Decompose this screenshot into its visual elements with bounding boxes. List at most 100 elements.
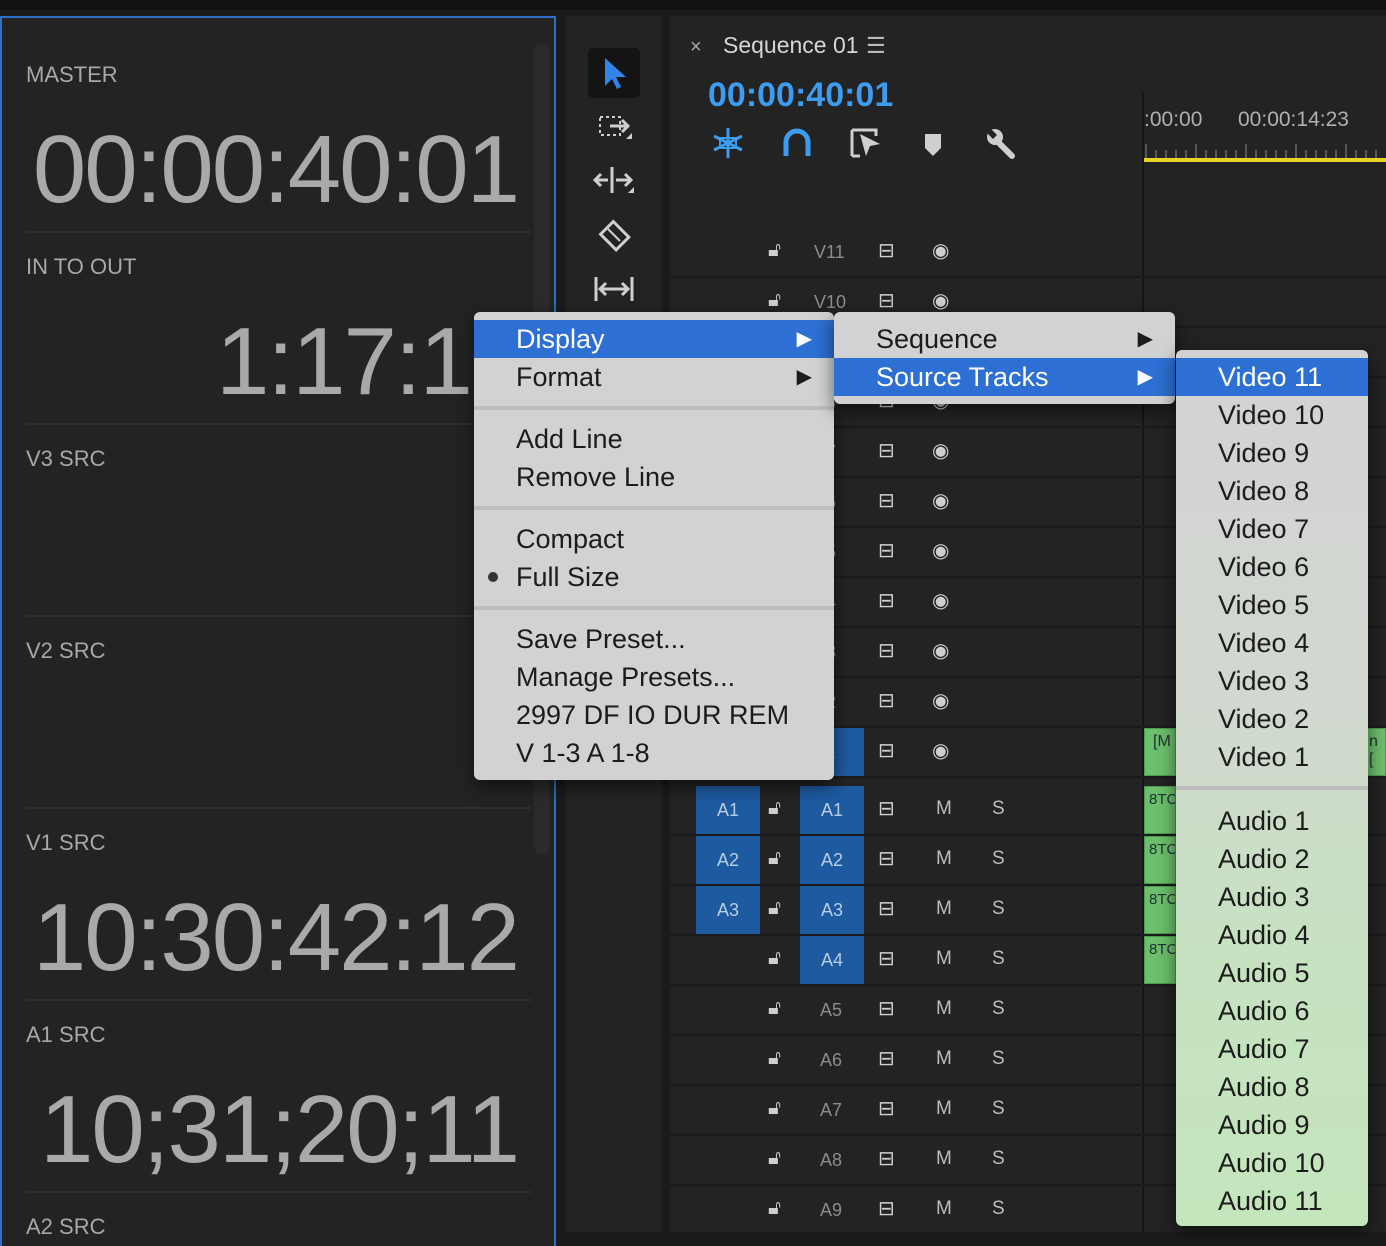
video-clip[interactable]: n [ — [1366, 728, 1386, 776]
track-name[interactable]: V10 — [814, 292, 846, 313]
lock-track-icon[interactable]: 🔓︎ — [768, 1047, 781, 1070]
target-track[interactable]: A3 — [800, 886, 864, 934]
razor-tool-button[interactable] — [588, 210, 640, 260]
target-track[interactable]: A2 — [800, 836, 864, 884]
selection-tool-button[interactable] — [588, 48, 640, 98]
work-area-bar[interactable] — [1144, 158, 1386, 162]
mute-button[interactable]: M — [936, 998, 952, 1020]
eye-icon[interactable]: ◉ — [932, 238, 949, 263]
timeline-settings-button[interactable] — [984, 126, 1018, 160]
audio-clip[interactable]: 8TC — [1144, 786, 1176, 834]
menu-item-audio-8[interactable]: Audio 8 — [1176, 1068, 1368, 1106]
menu-item-audio-4[interactable]: Audio 4 — [1176, 916, 1368, 954]
menu-item-source-tracks[interactable]: Source Tracks ▶ — [834, 358, 1175, 396]
menu-item-audio-10[interactable]: Audio 10 — [1176, 1144, 1368, 1182]
menu-item-audio-11[interactable]: Audio 11 — [1176, 1182, 1368, 1220]
target-track[interactable]: A4 — [800, 936, 864, 984]
mute-button[interactable]: M — [936, 848, 952, 870]
timecode-panel[interactable]: MASTER 00:00:40:01 IN TO OUT 1:17:1 V3 S… — [0, 16, 556, 1246]
menu-item-full-size[interactable]: Full Size — [474, 558, 834, 596]
solo-button[interactable]: S — [992, 1198, 1005, 1220]
track-name[interactable]: A7 — [820, 1100, 842, 1121]
sync-lock-icon[interactable]: ⊟ — [878, 896, 895, 921]
menu-item-display[interactable]: Display ▶ — [474, 320, 834, 358]
ripple-edit-tool-button[interactable] — [588, 156, 640, 206]
eye-icon[interactable]: ◉ — [932, 638, 949, 663]
menu-item-audio-3[interactable]: Audio 3 — [1176, 878, 1368, 916]
source-patch[interactable]: A2 — [696, 836, 760, 884]
menu-item-audio-5[interactable]: Audio 5 — [1176, 954, 1368, 992]
sync-lock-icon[interactable]: ⊟ — [878, 288, 895, 313]
mute-button[interactable]: M — [936, 1098, 952, 1120]
eye-icon[interactable]: ◉ — [932, 738, 949, 763]
audio-clip[interactable]: 8TC — [1144, 886, 1176, 934]
track-name[interactable]: A6 — [820, 1050, 842, 1071]
lock-track-icon[interactable]: 🔓︎ — [768, 847, 781, 870]
sync-lock-icon[interactable]: ⊟ — [878, 1096, 895, 1121]
menu-item-format[interactable]: Format ▶ — [474, 358, 834, 396]
sync-lock-icon[interactable]: ⊟ — [878, 946, 895, 971]
track-name[interactable]: A8 — [820, 1150, 842, 1171]
solo-button[interactable]: S — [992, 1048, 1005, 1070]
mute-button[interactable]: M — [936, 1198, 952, 1220]
mute-button[interactable]: M — [936, 798, 952, 820]
eye-icon[interactable]: ◉ — [932, 538, 949, 563]
eye-icon[interactable]: ◉ — [932, 588, 949, 613]
linked-selection-button[interactable] — [846, 126, 882, 160]
solo-button[interactable]: S — [992, 1148, 1005, 1170]
mute-button[interactable]: M — [936, 898, 952, 920]
source-patch[interactable]: A3 — [696, 886, 760, 934]
menu-item-video-8[interactable]: Video 8 — [1176, 472, 1368, 510]
sync-lock-icon[interactable]: ⊟ — [878, 996, 895, 1021]
menu-item-add-line[interactable]: Add Line — [474, 420, 834, 458]
menu-item-audio-2[interactable]: Audio 2 — [1176, 840, 1368, 878]
video-clip[interactable]: [M — [1144, 728, 1176, 776]
menu-item-video-7[interactable]: Video 7 — [1176, 510, 1368, 548]
lock-track-icon[interactable]: 🔓︎ — [768, 797, 781, 820]
snap-button[interactable] — [780, 126, 814, 160]
eye-icon[interactable]: ◉ — [932, 288, 949, 313]
lock-track-icon[interactable]: 🔓︎ — [768, 997, 781, 1020]
menu-item-preset-v1-3[interactable]: V 1-3 A 1-8 — [474, 734, 834, 772]
lock-track-icon[interactable]: 🔓︎ — [768, 947, 781, 970]
menu-item-sequence[interactable]: Sequence ▶ — [834, 320, 1175, 358]
mute-button[interactable]: M — [936, 1148, 952, 1170]
sync-lock-icon[interactable]: ⊟ — [878, 846, 895, 871]
track-select-forward-tool-button[interactable] — [588, 102, 640, 152]
menu-item-video-11[interactable]: Video 11 — [1176, 358, 1368, 396]
panel-menu-icon[interactable]: ☰ — [866, 33, 886, 59]
sync-lock-icon[interactable]: ⊟ — [878, 738, 895, 763]
sync-lock-icon[interactable]: ⊟ — [878, 1146, 895, 1171]
add-marker-button[interactable] — [920, 130, 946, 160]
lock-track-icon[interactable]: 🔓︎ — [768, 1097, 781, 1120]
lock-track-icon[interactable]: 🔓︎ — [768, 239, 781, 262]
menu-item-video-10[interactable]: Video 10 — [1176, 396, 1368, 434]
menu-item-video-5[interactable]: Video 5 — [1176, 586, 1368, 624]
sync-lock-icon[interactable]: ⊟ — [878, 1196, 895, 1221]
sync-lock-icon[interactable]: ⊟ — [878, 538, 895, 563]
menu-item-video-3[interactable]: Video 3 — [1176, 662, 1368, 700]
nest-toggle-button[interactable] — [710, 126, 746, 160]
sync-lock-icon[interactable]: ⊟ — [878, 638, 895, 663]
eye-icon[interactable]: ◉ — [932, 688, 949, 713]
sync-lock-icon[interactable]: ⊟ — [878, 238, 895, 263]
menu-item-audio-7[interactable]: Audio 7 — [1176, 1030, 1368, 1068]
audio-clip[interactable]: 8TC — [1144, 836, 1176, 884]
lock-track-icon[interactable]: 🔓︎ — [768, 289, 781, 312]
sync-lock-icon[interactable]: ⊟ — [878, 688, 895, 713]
lock-track-icon[interactable]: 🔓︎ — [768, 1197, 781, 1220]
solo-button[interactable]: S — [992, 1098, 1005, 1120]
source-patch[interactable]: A1 — [696, 786, 760, 834]
lock-track-icon[interactable]: 🔓︎ — [768, 897, 781, 920]
menu-item-video-1[interactable]: Video 1 — [1176, 738, 1368, 776]
menu-item-compact[interactable]: Compact — [474, 520, 834, 558]
eye-icon[interactable]: ◉ — [932, 488, 949, 513]
lock-track-icon[interactable]: 🔓︎ — [768, 1147, 781, 1170]
solo-button[interactable]: S — [992, 998, 1005, 1020]
solo-button[interactable]: S — [992, 798, 1005, 820]
menu-item-manage-presets[interactable]: Manage Presets... — [474, 658, 834, 696]
sync-lock-icon[interactable]: ⊟ — [878, 588, 895, 613]
menu-item-audio-1[interactable]: Audio 1 — [1176, 802, 1368, 840]
sync-lock-icon[interactable]: ⊟ — [878, 438, 895, 463]
sync-lock-icon[interactable]: ⊟ — [878, 1046, 895, 1071]
